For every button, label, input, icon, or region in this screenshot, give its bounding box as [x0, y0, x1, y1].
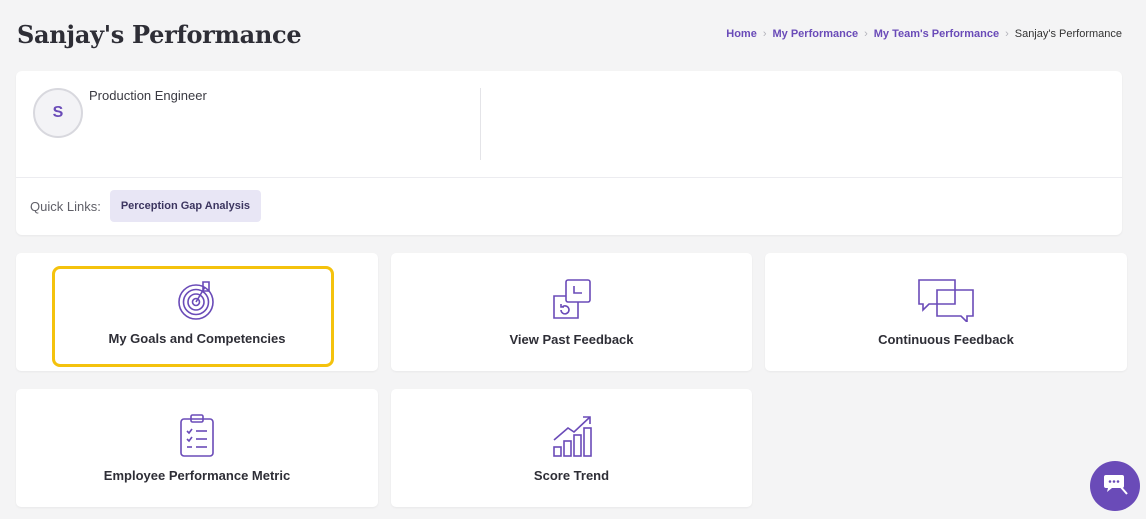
- tile-score-trend[interactable]: Score Trend: [391, 389, 752, 507]
- quick-links: Quick Links: Perception Gap Analysis: [30, 190, 262, 222]
- avatar: S: [33, 88, 83, 138]
- breadcrumb-separator: ›: [864, 28, 868, 40]
- tile-label: Employee Performance Metric: [103, 467, 291, 483]
- tile-continuous-feedback[interactable]: Continuous Feedback: [765, 253, 1127, 371]
- tile-label: Continuous Feedback: [878, 331, 1014, 347]
- feedback-history-icon: [550, 278, 594, 322]
- checklist-clipboard-icon: [179, 413, 215, 458]
- breadcrumb: Home › My Performance › My Team's Perfor…: [726, 28, 1122, 40]
- breadcrumb-my-performance[interactable]: My Performance: [773, 28, 859, 40]
- tile-label: View Past Feedback: [509, 331, 634, 347]
- trend-chart-icon: [550, 414, 594, 458]
- breadcrumb-current: Sanjay's Performance: [1014, 28, 1122, 40]
- perception-gap-analysis-link[interactable]: Perception Gap Analysis: [109, 190, 262, 222]
- tile-employee-performance-metric[interactable]: Employee Performance Metric: [16, 389, 378, 507]
- breadcrumb-separator: ›: [762, 28, 767, 40]
- tile-view-past-feedback[interactable]: View Past Feedback: [391, 253, 752, 371]
- tile-label: Score Trend: [533, 467, 610, 483]
- tile-label: My Goals and Competencies: [108, 330, 286, 346]
- vertical-divider: [480, 88, 481, 160]
- chat-support-icon: [1102, 472, 1128, 501]
- horizontal-divider: [16, 177, 1122, 178]
- chat-bubbles-icon: [917, 278, 975, 322]
- quick-links-label: Quick Links:: [30, 198, 101, 214]
- tile-my-goals-and-competencies[interactable]: My Goals and Competencies: [16, 253, 378, 371]
- target-icon: [176, 279, 218, 321]
- breadcrumb-separator: ›: [1005, 28, 1009, 40]
- page-title: Sanjay's Performance: [17, 20, 302, 49]
- profile-card: S Production Engineer Quick Links: Perce…: [16, 71, 1122, 235]
- breadcrumb-home[interactable]: Home: [726, 28, 757, 40]
- breadcrumb-my-teams-performance[interactable]: My Team's Performance: [874, 28, 999, 40]
- employee-role: Production Engineer: [89, 88, 207, 103]
- chat-support-button[interactable]: [1090, 461, 1140, 511]
